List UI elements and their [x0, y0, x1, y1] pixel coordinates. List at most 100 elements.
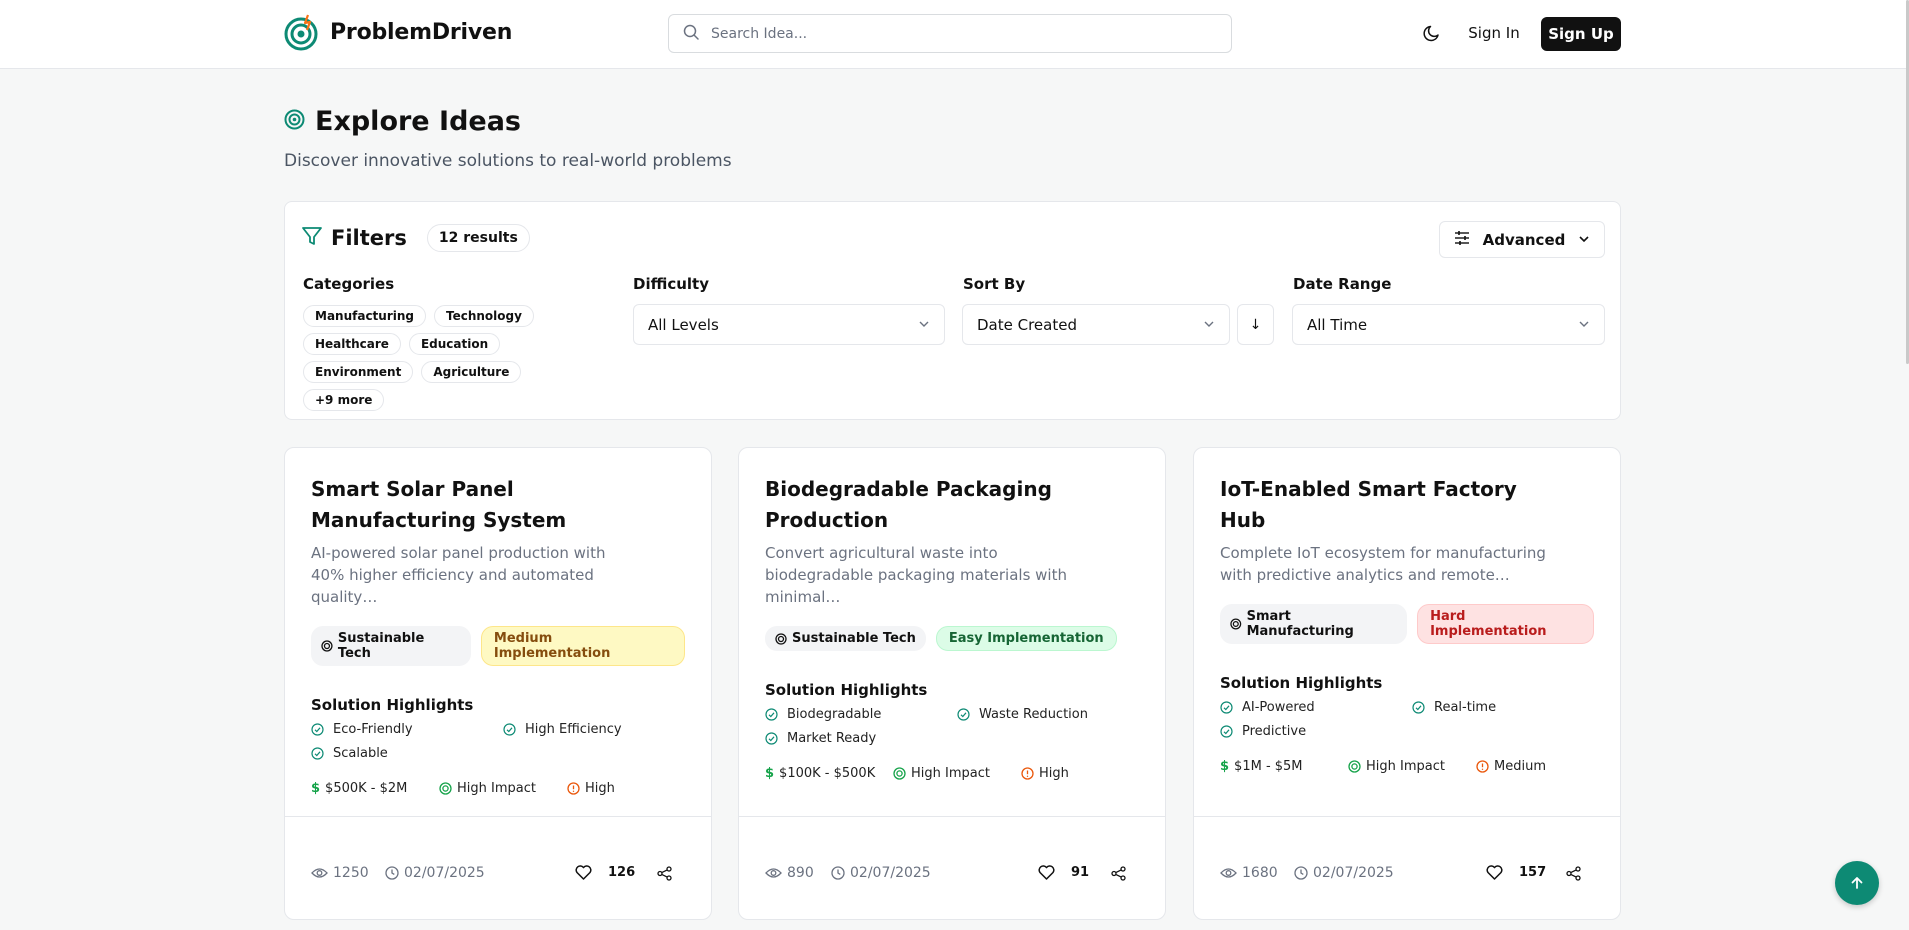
search-bar[interactable] — [668, 14, 1232, 53]
share-icon[interactable] — [1566, 866, 1581, 881]
target-icon — [775, 632, 787, 645]
date-range-label: Date Range — [1293, 275, 1392, 293]
sliders-icon — [1454, 230, 1470, 250]
sort-direction-button[interactable]: ↓ — [1237, 304, 1274, 345]
sign-up-button[interactable]: Sign Up — [1541, 17, 1621, 51]
category-tag: Sustainable Tech — [765, 626, 926, 651]
investment-metric: $ $500K - $2M — [311, 781, 408, 796]
created-date: 02/07/2025 — [1294, 865, 1394, 881]
idea-card[interactable]: Smart Solar Panel Manufacturing System A… — [284, 447, 712, 920]
date-range-select[interactable]: All Time — [1292, 304, 1605, 345]
created-date: 02/07/2025 — [385, 865, 485, 881]
alert-circle-icon — [567, 782, 580, 795]
idea-title[interactable]: Biodegradable Packaging Production — [765, 474, 1105, 536]
scroll-to-top-button[interactable] — [1835, 861, 1879, 905]
idea-metrics: $ $100K - $500K High Impact High — [765, 766, 1139, 781]
moon-icon[interactable] — [1420, 21, 1444, 45]
heart-icon — [1038, 865, 1055, 880]
advanced-label: Advanced — [1482, 230, 1566, 249]
arrow-up-icon — [1851, 877, 1863, 889]
check-circle-icon — [765, 708, 778, 721]
heart-icon — [1486, 865, 1503, 880]
page-title: Explore Ideas — [315, 106, 521, 137]
idea-card[interactable]: IoT-Enabled Smart Factory Hub Complete I… — [1193, 447, 1621, 920]
card-footer: 890 02/07/2025 91 — [739, 816, 1165, 919]
filter-icon — [301, 225, 323, 251]
category-chip-technology[interactable]: Technology — [434, 305, 534, 327]
difficulty-label: Difficulty — [633, 275, 709, 293]
idea-card[interactable]: Biodegradable Packaging Production Conve… — [738, 447, 1166, 920]
dollar-icon: $ — [765, 766, 775, 781]
target-icon — [321, 640, 333, 652]
like-button[interactable]: 91 — [1038, 865, 1089, 880]
category-chip-more[interactable]: +9 more — [303, 389, 385, 411]
category-chip-healthcare[interactable]: Healthcare — [303, 333, 401, 355]
category-chip-education[interactable]: Education — [408, 333, 501, 355]
difficulty-tag: Hard Implementation — [1417, 604, 1594, 644]
like-button[interactable]: 126 — [575, 865, 635, 880]
idea-metrics: $ $500K - $2M High Impact High — [311, 781, 685, 796]
filters-header: Filters 12 results — [301, 224, 530, 252]
search-input[interactable] — [711, 25, 1191, 42]
created-date: 02/07/2025 — [831, 865, 931, 881]
alert-circle-icon — [1021, 767, 1034, 780]
alert-circle-icon — [1476, 760, 1489, 773]
share-icon[interactable] — [657, 866, 672, 881]
idea-title[interactable]: Smart Solar Panel Manufacturing System — [311, 474, 651, 536]
highlight-item: AI-Powered — [1220, 700, 1412, 715]
difficulty-value: All Levels — [648, 315, 719, 334]
highlight-item: Biodegradable — [765, 707, 957, 722]
clock-icon — [385, 866, 399, 880]
sign-in-button[interactable]: Sign In — [1460, 18, 1528, 48]
page-subtitle: Discover innovative solutions to real-wo… — [284, 151, 732, 171]
card-footer: 1680 02/07/2025 157 — [1194, 816, 1620, 919]
search-icon — [683, 24, 699, 44]
views-count: 890 — [765, 865, 831, 881]
category-chip-agriculture[interactable]: Agriculture — [421, 361, 522, 383]
target-icon — [1230, 618, 1242, 630]
risk-metric: Medium — [1476, 759, 1546, 774]
chevron-down-icon — [1203, 316, 1215, 334]
category-tag-label: Sustainable Tech — [792, 631, 916, 646]
brand-name: ProblemDriven — [330, 19, 513, 45]
eye-icon — [765, 868, 782, 878]
category-tag: Sustainable Tech — [311, 626, 471, 666]
advanced-filters-button[interactable]: Advanced — [1439, 221, 1605, 258]
idea-description: AI-powered solar panel production with 4… — [311, 544, 606, 606]
idea-title[interactable]: IoT-Enabled Smart Factory Hub — [1220, 474, 1560, 536]
check-circle-icon — [311, 723, 324, 736]
highlights-list: Eco-Friendly High Efficiency Scalable — [311, 722, 685, 761]
investment-metric: $ $100K - $500K — [765, 766, 876, 781]
check-circle-icon — [1220, 701, 1233, 714]
impact-metric: High Impact — [1348, 759, 1476, 774]
category-chip-manufacturing[interactable]: Manufacturing — [303, 305, 426, 327]
target-icon — [1348, 760, 1361, 773]
category-tag-label: Sustainable Tech — [337, 631, 425, 661]
highlights-title: Solution Highlights — [311, 696, 474, 714]
category-tag: Smart Manufacturing — [1220, 604, 1408, 644]
highlights-list: AI-Powered Real-time Predictive — [1220, 700, 1594, 739]
chevron-down-icon — [918, 316, 930, 334]
brand-logo[interactable]: ProblemDriven — [284, 12, 512, 52]
share-icon[interactable] — [1111, 866, 1126, 881]
idea-tags: Sustainable Tech Medium Implementation — [311, 626, 685, 666]
sort-by-select[interactable]: Date Created — [962, 304, 1230, 345]
chevron-down-icon — [1578, 231, 1590, 249]
category-chips: Manufacturing Technology Healthcare Educ… — [303, 305, 603, 411]
date-range-value: All Time — [1307, 315, 1368, 334]
target-logo-icon — [284, 12, 322, 52]
target-icon — [439, 782, 452, 795]
like-button[interactable]: 157 — [1486, 865, 1546, 880]
highlights-title: Solution Highlights — [1220, 674, 1383, 692]
card-footer: 1250 02/07/2025 126 — [285, 816, 711, 919]
difficulty-select[interactable]: All Levels — [633, 304, 945, 345]
check-circle-icon — [1412, 701, 1425, 714]
category-chip-environment[interactable]: Environment — [303, 361, 414, 383]
impact-metric: High Impact — [439, 781, 567, 796]
investment-metric: $ $1M - $5M — [1220, 759, 1303, 774]
views-count: 1680 — [1220, 865, 1294, 881]
like-count: 91 — [1071, 865, 1090, 880]
sort-value: Date Created — [977, 315, 1077, 334]
check-circle-icon — [957, 708, 970, 721]
filters-panel: Filters 12 results Advanced Categories M… — [284, 201, 1621, 420]
